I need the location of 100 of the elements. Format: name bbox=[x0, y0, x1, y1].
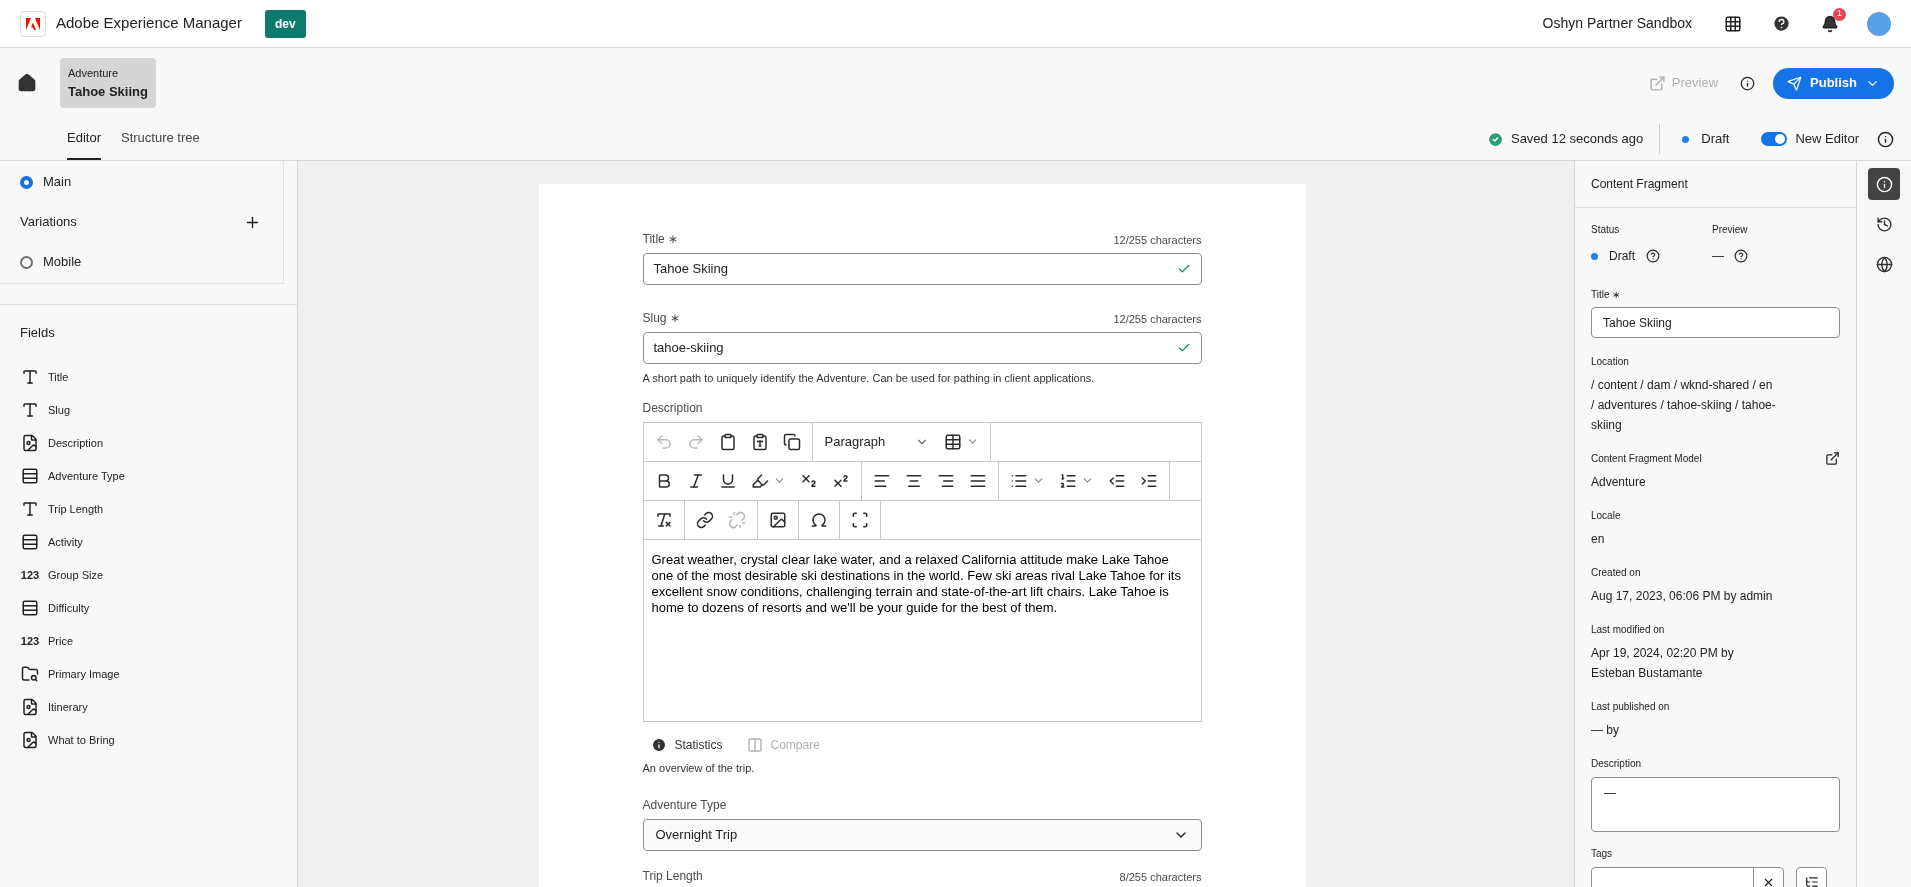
redo-icon bbox=[686, 432, 705, 451]
title-field[interactable]: Tahoe Skiing bbox=[1591, 307, 1840, 338]
publish-button[interactable]: Publish bbox=[1773, 67, 1894, 99]
numbers-icon bbox=[1058, 471, 1077, 490]
property-label: Created on bbox=[1591, 566, 1641, 580]
home-icon[interactable] bbox=[17, 73, 37, 93]
breadcrumb-title: Tahoe Skiing bbox=[68, 82, 148, 101]
field-item[interactable]: Trip Length bbox=[48, 500, 104, 518]
notifications-icon[interactable] bbox=[1821, 14, 1839, 33]
unlink-icon bbox=[727, 510, 746, 529]
breadcrumb[interactable]: Adventure Tahoe Skiing bbox=[60, 58, 156, 108]
list-icon bbox=[21, 599, 39, 617]
switch-label: New Editor bbox=[1795, 130, 1859, 149]
saved-status: Saved 12 seconds ago bbox=[1510, 130, 1644, 149]
new-editor-switch[interactable] bbox=[1761, 132, 1788, 146]
image-icon bbox=[768, 510, 787, 529]
field-label: Description bbox=[642, 399, 703, 417]
product-name: Adobe Experience Manager bbox=[56, 13, 242, 34]
apps-icon[interactable] bbox=[1724, 14, 1742, 33]
info-icon bbox=[650, 736, 667, 753]
property-label: Last published on bbox=[1591, 700, 1670, 714]
logo-icon[interactable] bbox=[20, 10, 46, 37]
text-field[interactable]: Tahoe Skiing bbox=[642, 253, 1202, 285]
avatar[interactable] bbox=[1867, 11, 1891, 36]
list-icon bbox=[1804, 875, 1819, 887]
image-text-icon bbox=[21, 731, 39, 749]
description-field[interactable]: — bbox=[1591, 777, 1840, 832]
tab[interactable]: Structure tree bbox=[120, 118, 200, 160]
description-text[interactable]: Great weather, crystal clear lake water, and a relaxed California attitude make Lake Tahoe one of the most desirable ski destinations in the world. Few ski areas rival Lake Tahoe for its excellent snow conditions, challenging terrain and state-of-the-art lift chairs. Lake Tahoe is home to dozens of resorts and we'll be your guide for the best of them. bbox=[643, 539, 1201, 616]
character-count: 12/255 characters bbox=[1113, 232, 1202, 248]
highlight-icon bbox=[750, 471, 769, 490]
preview-value: — bbox=[1712, 248, 1724, 265]
property-label: Status bbox=[1591, 223, 1621, 237]
field-item[interactable]: What to Bring bbox=[48, 731, 115, 749]
format-dropdown[interactable]: Paragraph bbox=[816, 431, 938, 452]
external-link-icon bbox=[1648, 74, 1666, 92]
property-label: Tags bbox=[1591, 847, 1614, 861]
status-value: Draft bbox=[1609, 248, 1635, 265]
paste-text-icon bbox=[750, 432, 769, 451]
property-value: Aug 17, 2023, 06:06 PM by admin bbox=[1591, 588, 1774, 605]
section-heading: Variations bbox=[20, 213, 77, 232]
number-icon: 123 bbox=[20, 566, 40, 584]
fullscreen-icon bbox=[850, 510, 869, 529]
adventure-type-select[interactable]: Overnight Trip bbox=[642, 819, 1202, 851]
undo-icon bbox=[654, 432, 673, 451]
field-label: Trip Length bbox=[642, 868, 703, 885]
variation-item[interactable]: Main bbox=[20, 161, 72, 203]
link-icon bbox=[695, 510, 714, 529]
info-icon[interactable] bbox=[1877, 130, 1894, 148]
text-icon bbox=[21, 368, 39, 386]
field-item[interactable]: Slug bbox=[48, 401, 71, 419]
help-icon[interactable] bbox=[1646, 249, 1660, 263]
field-item[interactable]: Difficulty bbox=[48, 599, 90, 617]
organization-name[interactable]: Oshyn Partner Sandbox bbox=[1542, 13, 1692, 34]
field-item[interactable]: Itinerary bbox=[48, 698, 88, 716]
paper-plane-icon bbox=[1787, 75, 1803, 91]
field-item[interactable]: Group Size bbox=[48, 566, 104, 584]
help-icon[interactable] bbox=[1734, 249, 1748, 263]
field-item[interactable]: Description bbox=[48, 434, 104, 452]
variation-item[interactable]: Mobile bbox=[20, 241, 82, 283]
field-item[interactable]: Adventure Type bbox=[48, 467, 125, 485]
info-icon[interactable] bbox=[1740, 75, 1756, 91]
clear-icon bbox=[654, 510, 673, 529]
field-item[interactable]: Activity bbox=[48, 533, 83, 551]
field-label: Title ∗ bbox=[642, 231, 679, 248]
text-icon bbox=[21, 401, 39, 419]
field-item[interactable]: Price bbox=[48, 632, 74, 650]
property-label: Description bbox=[1591, 757, 1643, 771]
property-label: Content Fragment Model bbox=[1591, 452, 1702, 466]
saved-check-icon bbox=[1486, 130, 1504, 148]
panel-heading: Content Fragment bbox=[1575, 161, 1856, 208]
image-text-icon bbox=[21, 698, 39, 716]
property-label: Location bbox=[1591, 355, 1629, 369]
character-count: 8/255 characters bbox=[1119, 869, 1202, 885]
property-value: — by bbox=[1591, 722, 1620, 739]
field-item[interactable]: Primary Image bbox=[48, 665, 120, 683]
list-icon bbox=[21, 467, 39, 485]
section-heading: Fields bbox=[20, 324, 56, 342]
notification-count: 1 bbox=[1833, 7, 1846, 21]
info-icon[interactable] bbox=[1868, 168, 1900, 200]
number-icon: 123 bbox=[20, 632, 40, 650]
breadcrumb-type: Adventure bbox=[68, 66, 120, 81]
copy-icon bbox=[782, 432, 801, 451]
statistics-button[interactable]: Statistics bbox=[650, 735, 723, 754]
help-text: An overview of the trip. bbox=[642, 760, 756, 776]
field-label: Slug ∗ bbox=[642, 310, 680, 327]
character-count: 12/255 characters bbox=[1113, 311, 1202, 327]
property-value: Adventure bbox=[1591, 474, 1647, 491]
columns-icon bbox=[746, 736, 763, 753]
property-label: Title ∗ bbox=[1591, 288, 1622, 302]
field-item[interactable]: Title bbox=[48, 368, 69, 386]
property-value: en bbox=[1591, 531, 1606, 548]
status-label: Draft bbox=[1701, 130, 1730, 149]
field-label: Adventure Type bbox=[642, 797, 727, 814]
property-label: Preview bbox=[1712, 223, 1748, 237]
open-link-icon[interactable] bbox=[1825, 451, 1840, 466]
text-field[interactable]: tahoe-skiing bbox=[642, 332, 1202, 364]
omega-icon bbox=[809, 510, 828, 529]
table-icon bbox=[944, 432, 963, 451]
help-text: A short path to uniquely identify the Adventure. Can be used for pathing in client applications. bbox=[642, 371, 1096, 386]
